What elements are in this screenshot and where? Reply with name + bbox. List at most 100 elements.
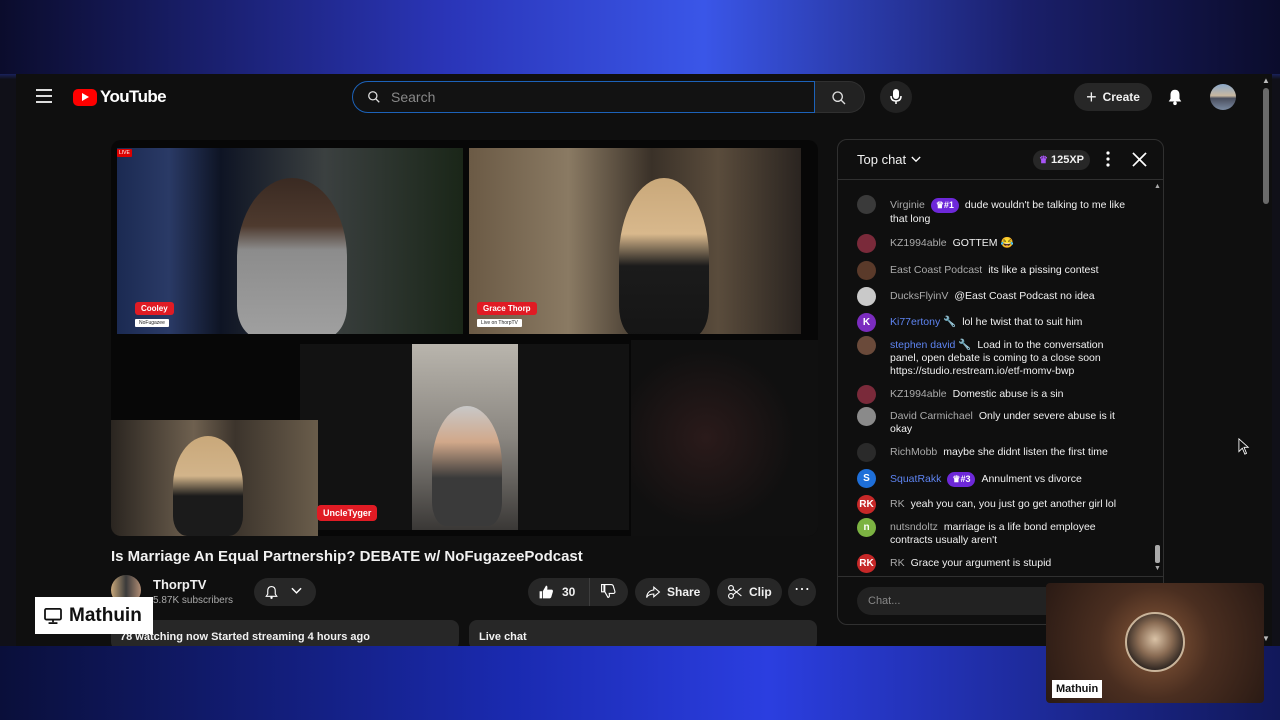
chat-mode-label: Top chat: [857, 152, 907, 167]
chat-avatar[interactable]: K: [857, 313, 876, 332]
chat-message-list[interactable]: Virginie ♛#1 dude wouldn't be talking to m…: [838, 181, 1163, 575]
wrench-icon: 🔧: [958, 339, 972, 351]
search-box: [352, 81, 815, 113]
chat-author[interactable]: Ki77ertony 🔧: [890, 316, 956, 328]
logo-text: YouTube: [100, 87, 167, 106]
chat-scrollbar-thumb[interactable]: [1155, 545, 1160, 563]
crown-icon: ♛: [1039, 154, 1048, 166]
notifications-icon[interactable]: [1166, 87, 1184, 107]
video-tile-uncle: [412, 344, 518, 530]
bell-icon: [265, 585, 278, 599]
chevron-down-icon: [911, 156, 921, 163]
chat-author[interactable]: KZ1994able: [890, 237, 947, 249]
chat-avatar[interactable]: [857, 195, 876, 214]
like-count: 30: [562, 585, 576, 599]
clip-label: Clip: [749, 585, 772, 599]
participant-image: [173, 436, 243, 536]
chat-avatar[interactable]: [857, 336, 876, 355]
video-player[interactable]: LIVE Cooley NoFugazee Grace Thorp Live o…: [111, 140, 818, 536]
live-chat-panel: Top chat ♛ 125XP Virginie ♛#1 dude wouldn'…: [837, 139, 1164, 625]
search-button[interactable]: [815, 81, 865, 113]
chat-author[interactable]: David Carmichael: [890, 410, 973, 422]
share-label: Share: [667, 585, 701, 599]
xp-badge[interactable]: ♛ 125XP: [1033, 150, 1090, 170]
desktop-background-top: [0, 0, 1280, 74]
chat-more-icon[interactable]: [1106, 151, 1110, 167]
chat-avatar[interactable]: [857, 443, 876, 462]
chat-author[interactable]: RK: [890, 498, 905, 510]
streamer-label-text: Mathuin: [69, 604, 142, 626]
chat-author[interactable]: DucksFlyinV: [890, 290, 948, 302]
chat-avatar[interactable]: n: [857, 518, 876, 537]
chat-author[interactable]: East Coast Podcast: [890, 264, 982, 276]
monitor-icon: [44, 607, 62, 624]
chat-text: dude wouldn't be talking to me like that…: [890, 199, 1126, 225]
chat-text: GOTTEM 😂: [952, 237, 1014, 249]
chat-author[interactable]: KZ1994able: [890, 388, 947, 400]
nameplate-cooley: Cooley: [135, 302, 174, 315]
chat-author[interactable]: stephen david 🔧: [890, 339, 971, 351]
dislike-button[interactable]: [590, 583, 616, 602]
masthead: YouTube + Create: [16, 74, 1272, 120]
chat-author[interactable]: RK: [890, 557, 905, 569]
close-icon[interactable]: [1132, 152, 1147, 167]
video-tile-grace-small: [111, 420, 318, 536]
chat-author[interactable]: nutsndoltz: [890, 521, 938, 533]
browser-window: YouTube + Create ▲ ▼: [16, 74, 1272, 646]
live-chat-replay-box[interactable]: Live chat: [469, 620, 817, 646]
page-scrollbar[interactable]: ▲ ▼: [1260, 74, 1272, 646]
notification-settings-button[interactable]: [254, 578, 316, 606]
mouse-cursor-icon: [1238, 438, 1250, 455]
wrench-icon: 🔧: [943, 316, 957, 328]
scroll-down-arrow-icon[interactable]: ▼: [1154, 565, 1161, 572]
nameplate-grace-sub: Live on ThorpTV: [477, 319, 522, 327]
share-icon: [646, 585, 661, 599]
menu-icon[interactable]: [36, 89, 52, 103]
scroll-up-arrow-icon[interactable]: ▲: [1154, 183, 1161, 190]
chat-text: Domestic abuse is a sin: [952, 388, 1064, 400]
share-button[interactable]: Share: [635, 578, 710, 606]
chat-text: @East Coast Podcast no idea: [954, 290, 1095, 302]
chat-avatar[interactable]: [857, 407, 876, 426]
chat-avatar[interactable]: [857, 234, 876, 253]
streamer-label: Mathuin: [35, 597, 153, 634]
chat-text: Grace your argument is stupid: [910, 557, 1052, 569]
scroll-up-arrow-icon[interactable]: ▲: [1262, 76, 1270, 85]
chat-avatar[interactable]: S: [857, 469, 876, 488]
chat-text: lol he twist that to suit him: [962, 316, 1083, 328]
chevron-down-icon: [291, 587, 302, 594]
chat-author[interactable]: SquatRakk: [890, 473, 941, 485]
search-input[interactable]: [391, 87, 791, 107]
chat-avatar[interactable]: [857, 287, 876, 306]
scrollbar-thumb[interactable]: [1263, 88, 1269, 204]
chat-mode-dropdown[interactable]: Top chat: [857, 152, 921, 167]
chat-text: yeah you can, you just go get another gi…: [910, 498, 1117, 510]
scissors-icon: [728, 585, 742, 599]
create-label: Create: [1102, 90, 1140, 104]
chat-avatar[interactable]: RK: [857, 554, 876, 573]
thumbs-up-icon: [539, 585, 553, 599]
channel-name[interactable]: ThorpTV: [153, 577, 206, 592]
chat-author[interactable]: RichMobb: [890, 446, 937, 458]
chat-avatar[interactable]: [857, 261, 876, 280]
voice-search-button[interactable]: [880, 81, 912, 113]
participant-image: [432, 406, 502, 526]
youtube-play-icon: [73, 88, 97, 106]
create-button[interactable]: + Create: [1074, 83, 1152, 111]
description-box[interactable]: 78 watching now Started streaming 4 hour…: [111, 620, 459, 646]
plus-icon: +: [1086, 87, 1097, 107]
chat-avatar[interactable]: RK: [857, 495, 876, 514]
chat-text: its like a pissing contest: [988, 264, 1099, 276]
chat-text: Annulment vs divorce: [981, 473, 1082, 485]
chat-scrollbar[interactable]: ▲ ▼: [1153, 181, 1163, 575]
nameplate-uncle: UncleTyger: [317, 505, 378, 521]
youtube-logo[interactable]: YouTube: [73, 87, 167, 107]
chat-author[interactable]: Virginie: [890, 199, 925, 211]
more-actions-icon[interactable]: ⋯: [788, 578, 816, 606]
like-button[interactable]: 30: [528, 578, 590, 606]
subscriber-count: 5.87K subscribers: [153, 595, 234, 606]
chat-avatar[interactable]: [857, 385, 876, 404]
streamer-avatar: [1125, 612, 1185, 672]
account-avatar[interactable]: [1210, 84, 1236, 110]
clip-button[interactable]: Clip: [717, 578, 782, 606]
